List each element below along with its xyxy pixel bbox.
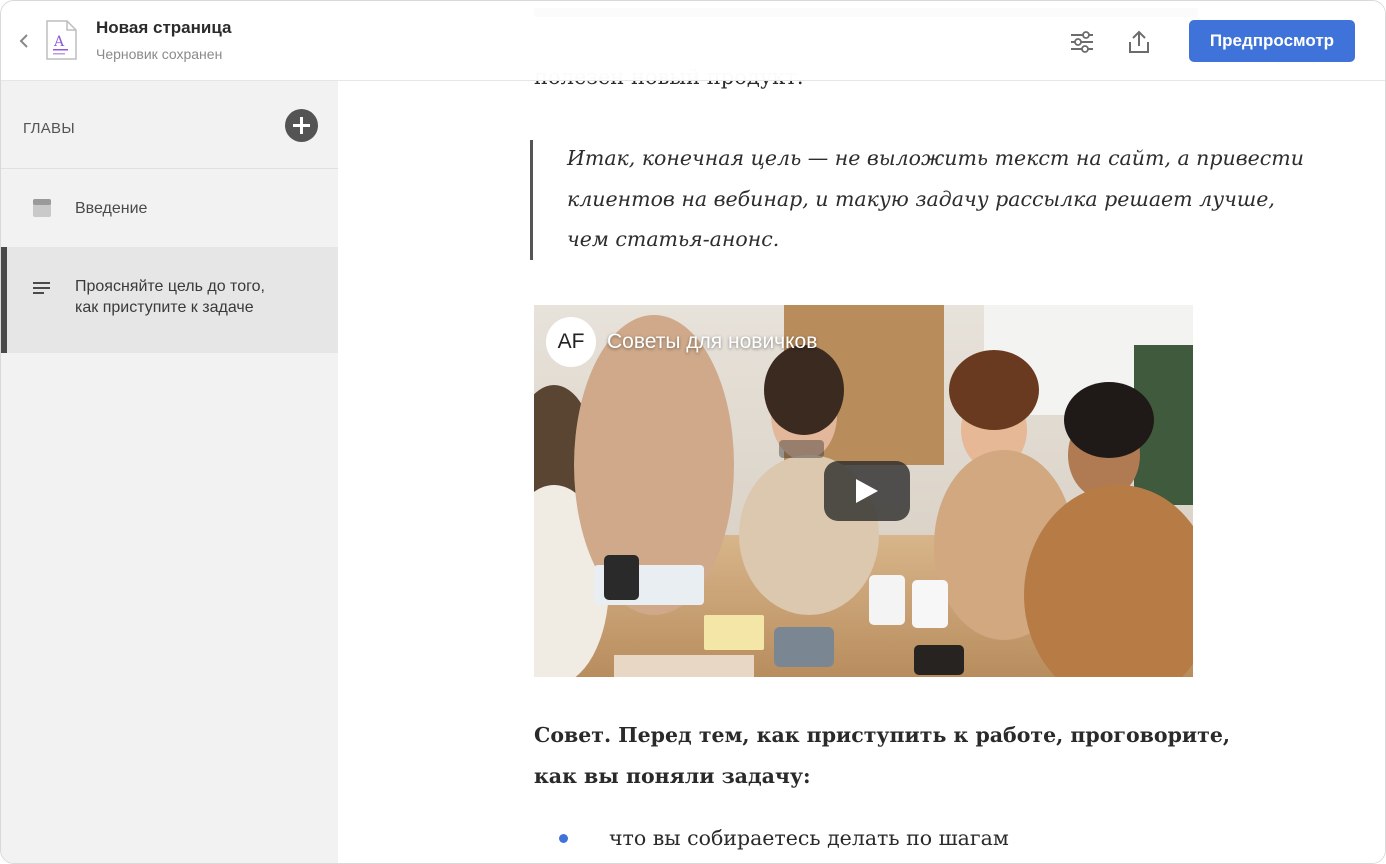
save-status: Черновик сохранен <box>96 46 223 62</box>
tip-line: как вы поняли задачу: <box>534 764 811 788</box>
quote-line: чем статья-анонс. <box>567 227 780 251</box>
add-chapter-button[interactable] <box>285 109 318 142</box>
tip-paragraph: Совет. Перед тем, как приступить к работ… <box>534 715 1234 797</box>
sidebar-item-label-line: как приступите к задаче <box>75 299 254 316</box>
quote-line: клиентов на вебинар, и такую задачу расс… <box>567 186 1275 211</box>
tip-line: Совет. Перед тем, как приступить к работ… <box>534 723 1231 747</box>
video-embed[interactable]: AF Советы для новичков <box>534 305 1193 677</box>
page-title: Новая страница <box>96 18 232 37</box>
settings-button[interactable] <box>1065 25 1099 59</box>
doc-icon-letter: A <box>53 34 65 50</box>
document-icon: A <box>45 20 77 60</box>
preview-button[interactable]: Предпросмотр <box>1189 20 1355 62</box>
play-button[interactable] <box>824 461 910 521</box>
channel-avatar[interactable]: AF <box>546 317 596 367</box>
sidebar-item-label-line: Проясняйте цель до того, <box>75 278 265 295</box>
list-item: что вы собираетесь делать по шагам <box>609 826 1009 850</box>
share-button[interactable] <box>1122 25 1156 59</box>
sidebar-item-introduction[interactable]: Введение <box>1 169 338 247</box>
chapters-sidebar: ГЛАВЫ Введение Проясняйте цель до того, … <box>1 81 338 863</box>
text-lines-icon <box>31 277 53 299</box>
quote-line: Итак, конечная цель — не выложить текст … <box>567 146 1304 170</box>
top-bar: A Новая страница Черновик сохранен Предп… <box>1 1 1385 81</box>
sidebar-header: ГЛАВЫ <box>1 81 338 169</box>
back-button[interactable] <box>13 29 35 53</box>
sidebar-item-label: Введение <box>75 200 148 217</box>
plus-icon <box>293 117 310 134</box>
blockquote: Итак, конечная цель — не выложить текст … <box>530 140 1304 260</box>
editor-content[interactable]: полезен новый продукт. Итак, конечная це… <box>338 1 1385 863</box>
chapters-heading: ГЛАВЫ <box>23 120 75 137</box>
sidebar-item-clarify-goal[interactable]: Проясняйте цель до того, как приступите … <box>1 247 338 353</box>
sidebar-item-label: Проясняйте цель до того, как приступите … <box>75 276 315 318</box>
video-title[interactable]: Советы для новичков <box>607 330 817 354</box>
chevron-left-icon <box>19 34 28 48</box>
share-icon <box>1129 30 1149 53</box>
section-icon <box>31 197 53 219</box>
app-window: полезен новый продукт. Итак, конечная це… <box>0 0 1386 864</box>
bullet-icon <box>559 834 568 843</box>
play-icon <box>856 479 878 503</box>
sliders-icon <box>1071 31 1093 53</box>
